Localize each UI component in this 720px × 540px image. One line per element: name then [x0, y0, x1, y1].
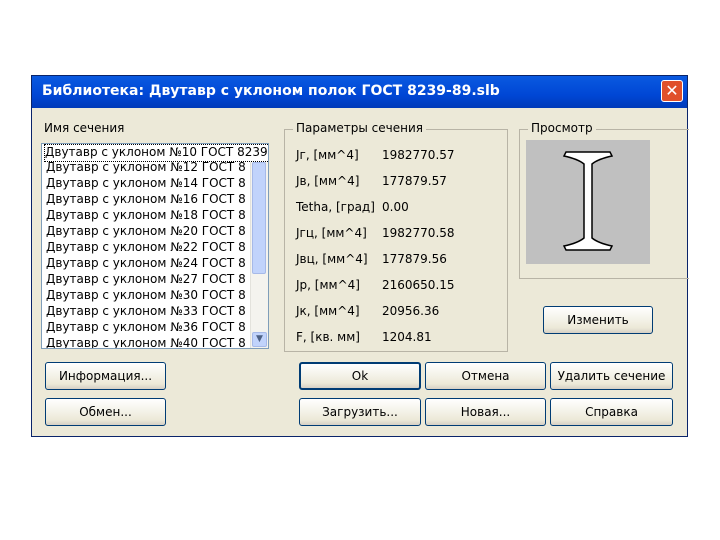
- close-icon: ✕: [665, 81, 679, 100]
- list-item[interactable]: Двутавр с уклоном №27 ГОСТ 8: [46, 272, 246, 288]
- load-button[interactable]: Загрузить...: [299, 398, 421, 426]
- param-name: Tetha, [град]: [296, 200, 375, 214]
- list-item[interactable]: Двутавр с уклоном №24 ГОСТ 8: [46, 256, 246, 272]
- list-item[interactable]: Двутавр с уклоном №33 ГОСТ 8: [46, 304, 246, 320]
- list-item[interactable]: Двутавр с уклоном №36 ГОСТ 8: [46, 320, 246, 336]
- list-item[interactable]: Двутавр с уклоном №18 ГОСТ 8: [46, 208, 246, 224]
- param-value: 1982770.57: [382, 148, 455, 162]
- param-value: 177879.57: [382, 174, 447, 188]
- section-preview: [526, 140, 650, 264]
- new-button[interactable]: Новая...: [425, 398, 546, 426]
- list-item[interactable]: Двутавр с уклоном №20 ГОСТ 8: [46, 224, 246, 240]
- delete-section-button[interactable]: Удалить сечение: [550, 362, 673, 390]
- param-name: Jp, [мм^4]: [296, 278, 360, 292]
- param-value: 0.00: [382, 200, 409, 214]
- param-name: Jк, [мм^4]: [296, 304, 360, 318]
- scrollbar-thumb[interactable]: [252, 162, 266, 274]
- info-button[interactable]: Информация...: [45, 362, 166, 390]
- param-name: F, [кв. мм]: [296, 330, 360, 344]
- exchange-button[interactable]: Обмен...: [45, 398, 166, 426]
- list-item[interactable]: Двутавр с уклоном №14 ГОСТ 8: [46, 176, 246, 192]
- params-group-label: Параметры сечения: [293, 121, 426, 135]
- param-value: 1982770.58: [382, 226, 455, 240]
- title-bar[interactable]: Библиотека: Двутавр с уклоном полок ГОСТ…: [32, 76, 687, 108]
- close-button[interactable]: ✕: [661, 80, 683, 102]
- param-value: 20956.36: [382, 304, 440, 318]
- param-name: Jвц, [мм^4]: [296, 252, 368, 266]
- list-item[interactable]: Двутавр с уклоном №40 ГОСТ 8: [46, 336, 246, 348]
- i-beam-section-icon: [562, 151, 614, 251]
- ok-button[interactable]: Ok: [299, 362, 421, 390]
- param-name: Jгц, [мм^4]: [296, 226, 367, 240]
- help-button[interactable]: Справка: [550, 398, 673, 426]
- window-title: Библиотека: Двутавр с уклоном полок ГОСТ…: [42, 83, 500, 99]
- library-dialog: Библиотека: Двутавр с уклоном полок ГОСТ…: [31, 75, 689, 437]
- list-item-selected[interactable]: Двутавр с уклоном №10 ГОСТ 8239-89: [44, 144, 268, 162]
- list-item[interactable]: Двутавр с уклоном №30 ГОСТ 8: [46, 288, 246, 304]
- preview-group-label: Просмотр: [528, 121, 596, 135]
- section-list-label: Имя сечения: [44, 121, 125, 135]
- list-item[interactable]: Двутавр с уклоном №22 ГОСТ 8: [46, 240, 246, 256]
- param-value: 1204.81: [382, 330, 432, 344]
- change-button[interactable]: Изменить: [543, 306, 653, 334]
- param-name: Jв, [мм^4]: [296, 174, 360, 188]
- param-name: Jг, [мм^4]: [296, 148, 359, 162]
- params-group: Параметры сечения: [284, 121, 508, 352]
- list-scrollbar[interactable]: ▼: [250, 144, 268, 348]
- param-value: 2160650.15: [382, 278, 455, 292]
- list-item[interactable]: Двутавр с уклоном №16 ГОСТ 8: [46, 192, 246, 208]
- section-listbox[interactable]: Двутавр с уклоном №10 ГОСТ 8239-89 Двутав…: [41, 143, 269, 349]
- scroll-down-arrow-icon[interactable]: ▼: [252, 332, 267, 347]
- param-value: 177879.56: [382, 252, 447, 266]
- list-item[interactable]: Двутавр с уклоном №12 ГОСТ 8: [46, 160, 246, 176]
- cancel-button[interactable]: Отмена: [425, 362, 546, 390]
